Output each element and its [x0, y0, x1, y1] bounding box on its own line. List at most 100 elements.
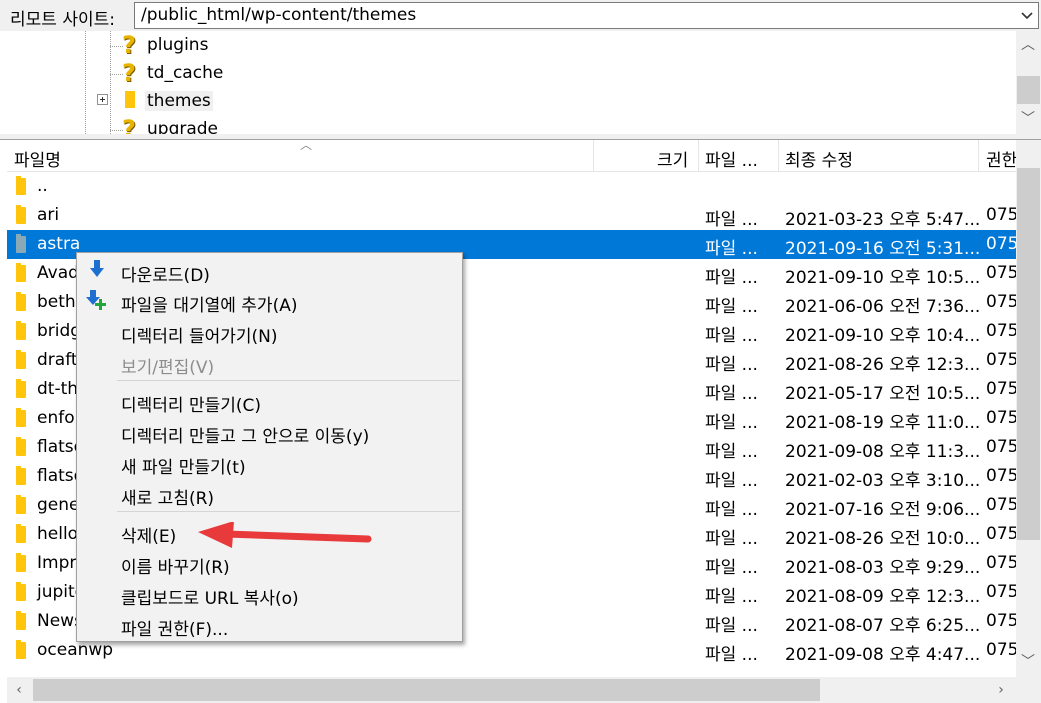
- file-type: 파일 ...: [705, 442, 758, 462]
- file-permissions: 075: [986, 466, 1016, 486]
- column-divider[interactable]: [593, 140, 594, 171]
- expand-icon[interactable]: [97, 94, 108, 105]
- file-name: draft: [37, 350, 78, 370]
- add-to-queue-icon: [86, 290, 106, 310]
- folder-icon: [16, 205, 26, 224]
- folder-icon: [125, 91, 135, 108]
- menu-item-refresh[interactable]: 새로 고침(R): [121, 484, 214, 509]
- remote-directory-tree[interactable]: ? plugins ? td_cache themes ? upgrade: [7, 31, 1041, 134]
- folder-icon: [16, 234, 26, 253]
- tree-item-label: themes: [145, 91, 213, 111]
- column-header-type[interactable]: 파일 ...: [705, 146, 758, 171]
- scroll-down-icon[interactable]: ﹀: [1018, 109, 1038, 129]
- folder-icon: [16, 292, 26, 311]
- file-modified: 2021-09-08 오후 11:3...: [785, 442, 981, 462]
- file-name: ari: [37, 205, 60, 225]
- question-icon: ?: [122, 59, 136, 87]
- file-permissions: 075: [986, 321, 1016, 341]
- menu-item-download[interactable]: 다운로드(D): [121, 261, 210, 286]
- file-modified: 2021-08-26 오전 10:0...: [785, 529, 981, 549]
- file-type: 파일 ...: [705, 355, 758, 375]
- menu-item-file-permissions[interactable]: 파일 권한(F)...: [121, 615, 228, 640]
- file-type: 파일 ...: [705, 384, 758, 404]
- scroll-right-icon[interactable]: ›: [991, 680, 1011, 700]
- menu-item-enter-directory[interactable]: 디렉터리 들어가기(N): [121, 322, 278, 347]
- file-modified: 2021-09-10 오후 10:4...: [785, 326, 981, 346]
- file-permissions: 075: [986, 350, 1016, 370]
- scroll-left-icon[interactable]: ‹: [9, 680, 29, 700]
- tree-item-td-cache[interactable]: ? td_cache: [7, 59, 1007, 87]
- file-permissions: 075: [986, 437, 1016, 457]
- file-name: hello: [37, 524, 79, 544]
- column-divider[interactable]: [698, 140, 699, 171]
- file-modified: 2021-08-03 오후 9:29...: [785, 558, 981, 578]
- file-permissions: 075: [986, 205, 1016, 225]
- file-permissions: 075: [986, 234, 1016, 254]
- column-header-filename[interactable]: 파일명: [14, 146, 61, 171]
- file-modified: 2021-09-10 오후 10:5...: [785, 268, 981, 288]
- folder-icon: [16, 611, 26, 630]
- tree-item-label: upgrade: [147, 119, 219, 134]
- file-modified: 2021-05-17 오전 10:5...: [785, 384, 981, 404]
- file-list-scrollbar-thumb[interactable]: [1017, 168, 1040, 540]
- scroll-up-icon[interactable]: ︿: [1018, 35, 1038, 55]
- file-modified: 2021-02-03 오후 3:10...: [785, 471, 981, 491]
- file-permissions: 075: [986, 263, 1016, 283]
- question-icon: ?: [122, 115, 136, 134]
- file-type: 파일 ...: [705, 239, 758, 259]
- tree-item-label: plugins: [147, 35, 209, 55]
- file-type: 파일 ...: [705, 326, 758, 346]
- folder-icon: [16, 350, 26, 369]
- column-header-permissions[interactable]: 권한: [986, 146, 1016, 171]
- menu-item-create-and-enter-directory[interactable]: 디렉터리 만들고 그 안으로 이동(y): [121, 422, 369, 447]
- file-list-header: ︿ 파일명 크기 파일 ... 최종 수정 권한: [7, 138, 1016, 172]
- remote-path-input[interactable]: /public_html/wp-content/themes: [134, 2, 1039, 29]
- file-name: oceanwp: [37, 640, 114, 660]
- file-type: 파일 ...: [705, 587, 758, 607]
- tree-scrollbar-thumb[interactable]: [1017, 76, 1040, 104]
- table-row[interactable]: ari 파일 ... 2021-03-23 오후 5:47... 075: [7, 201, 1016, 230]
- file-type: 파일 ...: [705, 645, 758, 665]
- file-type: 파일 ...: [705, 268, 758, 288]
- file-modified: 2021-09-16 오전 5:31...: [785, 239, 981, 259]
- file-list-horizontal-thumb[interactable]: [33, 679, 820, 701]
- file-name: astra: [37, 234, 81, 254]
- column-header-modified[interactable]: 최종 수정: [785, 146, 853, 171]
- table-row[interactable]: ..: [7, 172, 1016, 201]
- menu-item-add-to-queue[interactable]: 파일을 대기열에 추가(A): [121, 291, 297, 316]
- file-type: 파일 ...: [705, 616, 758, 636]
- file-permissions: 075: [986, 292, 1016, 312]
- tree-item-plugins[interactable]: ? plugins: [7, 31, 1007, 59]
- download-icon: [90, 260, 104, 277]
- menu-item-copy-url[interactable]: 클립보드로 URL 복사(o): [121, 584, 299, 609]
- folder-icon: [16, 379, 26, 398]
- menu-item-rename[interactable]: 이름 바꾸기(R): [121, 553, 230, 578]
- folder-icon: [16, 176, 26, 195]
- column-header-size[interactable]: 크기: [657, 146, 688, 171]
- chevron-down-icon[interactable]: [1016, 4, 1038, 26]
- file-modified: 2021-03-23 오후 5:47...: [785, 210, 981, 230]
- tree-item-upgrade[interactable]: ? upgrade: [7, 115, 1007, 134]
- file-permissions: 075: [986, 640, 1016, 660]
- annotation-arrow-icon: [198, 522, 372, 548]
- file-type: 파일 ...: [705, 529, 758, 549]
- column-divider[interactable]: [778, 140, 779, 171]
- folder-icon: [16, 263, 26, 282]
- file-type: 파일 ...: [705, 471, 758, 491]
- menu-item-delete[interactable]: 삭제(E): [121, 522, 176, 547]
- file-permissions: 075: [986, 379, 1016, 399]
- file-permissions: 075: [986, 582, 1016, 602]
- file-permissions: 075: [986, 408, 1016, 428]
- file-modified: 2021-06-06 오전 7:36...: [785, 297, 981, 317]
- folder-icon: [16, 582, 26, 601]
- menu-item-create-directory[interactable]: 디렉터리 만들기(C): [121, 391, 261, 416]
- menu-item-new-file[interactable]: 새 파일 만들기(t): [121, 453, 246, 478]
- file-type: 파일 ...: [705, 413, 758, 433]
- scroll-down-icon[interactable]: ﹀: [1018, 652, 1038, 672]
- folder-icon: [16, 321, 26, 340]
- menu-separator: [117, 380, 460, 381]
- tree-item-themes[interactable]: themes: [7, 87, 1007, 115]
- folder-icon: [16, 466, 26, 485]
- file-type: 파일 ...: [705, 210, 758, 230]
- column-divider[interactable]: [978, 140, 979, 171]
